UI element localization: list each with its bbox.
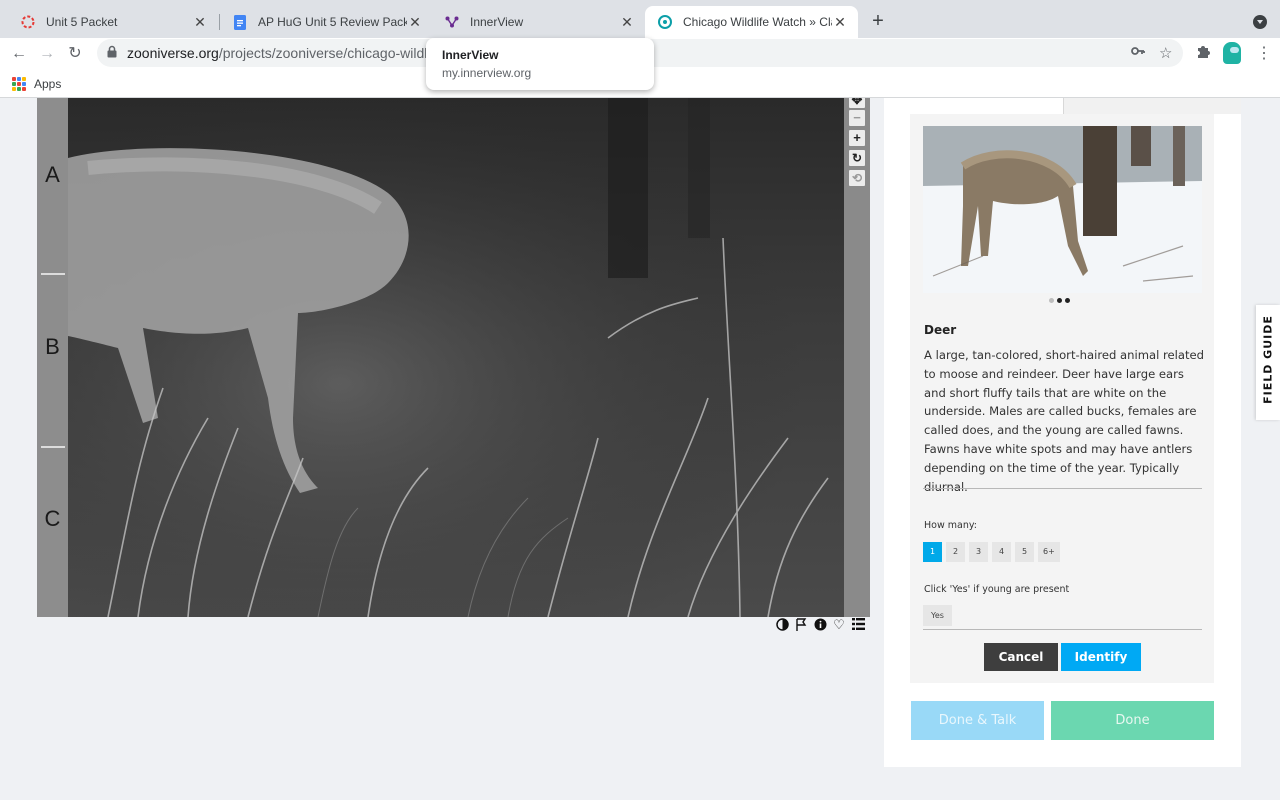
row-label-c: C: [44, 506, 61, 531]
row-divider: [41, 446, 65, 448]
tab-close-icon[interactable]: ✕: [407, 14, 423, 31]
field-guide-tab[interactable]: FIELD GUIDE: [1256, 305, 1280, 420]
tab-title: Unit 5 Packet: [46, 15, 118, 29]
row-label-a: A: [45, 162, 60, 187]
tab-close-icon[interactable]: ✕: [832, 14, 848, 31]
tab-title: AP HuG Unit 5 Review Packet -: [258, 15, 407, 29]
task-panel: Deer A large, tan-colored, short-haired …: [884, 98, 1241, 767]
carousel-dot[interactable]: [1057, 298, 1062, 303]
apps-grid-icon[interactable]: [12, 77, 26, 91]
collections-icon[interactable]: [851, 618, 865, 632]
subject-viewer: A B C ✥ − + ↻ ⟲: [37, 98, 870, 617]
url-host: zooniverse.org: [127, 45, 219, 61]
divider: [923, 488, 1202, 489]
row-divider: [41, 273, 65, 275]
species-card: Deer A large, tan-colored, short-haired …: [910, 114, 1214, 683]
apps-bookmark-label[interactable]: Apps: [34, 77, 61, 91]
tab-close-icon[interactable]: ✕: [619, 14, 635, 31]
viewer-toolbar: ♡: [775, 617, 865, 633]
photo-carousel-dots: [1049, 298, 1070, 303]
tab-ap-hug-review[interactable]: AP HuG Unit 5 Review Packet - ✕: [220, 6, 433, 38]
count-option-1[interactable]: 1: [923, 542, 942, 562]
divider: [923, 629, 1202, 630]
tab-title: Chicago Wildlife Watch » Class: [683, 15, 832, 29]
count-option-2[interactable]: 2: [946, 542, 965, 562]
camera-trap-photo[interactable]: [68, 98, 844, 617]
count-options: 1 2 3 4 5 6+: [923, 542, 1060, 562]
bookmark-star-icon[interactable]: ☆: [1159, 44, 1172, 62]
forward-arrow-icon[interactable]: →: [36, 43, 58, 65]
field-guide-label: FIELD GUIDE: [1261, 315, 1275, 404]
reset-view-icon[interactable]: ⟲: [849, 170, 865, 186]
more-menu-icon[interactable]: ⋮: [1256, 43, 1272, 63]
species-example-photo: [923, 126, 1202, 293]
panel-tab-inactive[interactable]: [1063, 98, 1241, 114]
hover-card-url: my.innerview.org: [442, 66, 532, 80]
count-option-4[interactable]: 4: [992, 542, 1011, 562]
profile-avatar[interactable]: [1223, 42, 1241, 64]
lock-icon: [107, 45, 117, 59]
tab-unit-5-packet[interactable]: Unit 5 Packet ✕: [8, 6, 218, 38]
count-option-5[interactable]: 5: [1015, 542, 1034, 562]
url-path: /projects/zooniverse/chicago-wildlife: [218, 45, 443, 61]
google-docs-icon: [232, 14, 248, 30]
loading-spinner-icon: [20, 14, 36, 30]
reload-icon[interactable]: ↻: [64, 43, 86, 65]
carousel-dot[interactable]: [1049, 298, 1054, 303]
tab-strip: Unit 5 Packet ✕ AP HuG Unit 5 Review Pac…: [0, 0, 1280, 38]
tab-hover-card: InnerView my.innerview.org: [426, 38, 654, 90]
camera-trap-image: [68, 98, 844, 617]
cancel-button[interactable]: Cancel: [984, 643, 1058, 671]
tab-title: InnerView: [470, 15, 524, 29]
new-tab-plus-icon[interactable]: +: [868, 10, 888, 33]
young-yes-button[interactable]: Yes: [923, 605, 952, 626]
species-name: Deer: [924, 323, 957, 337]
carousel-dot[interactable]: [1065, 298, 1070, 303]
key-icon[interactable]: [1131, 44, 1145, 62]
deer-example-image: [923, 126, 1202, 293]
zoom-controls: ✥ − + ↻ ⟲: [844, 98, 870, 617]
rotate-icon[interactable]: ↻: [849, 150, 865, 166]
done-and-talk-button[interactable]: Done & Talk: [911, 701, 1044, 740]
heart-icon[interactable]: ♡: [832, 618, 846, 632]
panel-tabs: [884, 98, 1241, 114]
back-arrow-icon[interactable]: ←: [8, 43, 30, 65]
count-option-3[interactable]: 3: [969, 542, 988, 562]
tab-search-icon[interactable]: [1253, 15, 1267, 29]
url-text: zooniverse.org/projects/zooniverse/chica…: [127, 45, 442, 61]
species-description: A large, tan-colored, short-haired anima…: [924, 348, 1205, 494]
count-option-6-plus[interactable]: 6+: [1038, 542, 1060, 562]
tab-chicago-wildlife-watch[interactable]: Chicago Wildlife Watch » Class ✕: [645, 6, 858, 38]
invert-icon[interactable]: [775, 618, 789, 632]
young-present-label: Click 'Yes' if young are present: [924, 584, 1070, 595]
zoom-out-icon[interactable]: −: [849, 110, 865, 126]
pan-icon[interactable]: ✥: [849, 98, 865, 108]
flag-icon[interactable]: [794, 618, 808, 632]
extensions-puzzle-icon[interactable]: [1196, 44, 1211, 63]
tab-close-icon[interactable]: ✕: [192, 14, 208, 31]
how-many-label: How many:: [924, 520, 977, 531]
info-icon[interactable]: [813, 618, 827, 632]
tab-innerview[interactable]: InnerView ✕: [432, 6, 645, 38]
zoom-in-icon[interactable]: +: [849, 130, 865, 146]
done-button[interactable]: Done: [1051, 701, 1214, 740]
row-ruler: A B C: [37, 98, 68, 617]
zooniverse-icon: [657, 14, 673, 30]
row-label-b: B: [45, 334, 60, 359]
innerview-icon: [444, 14, 460, 30]
identify-button[interactable]: Identify: [1061, 643, 1141, 671]
hover-card-title: InnerView: [442, 48, 499, 62]
